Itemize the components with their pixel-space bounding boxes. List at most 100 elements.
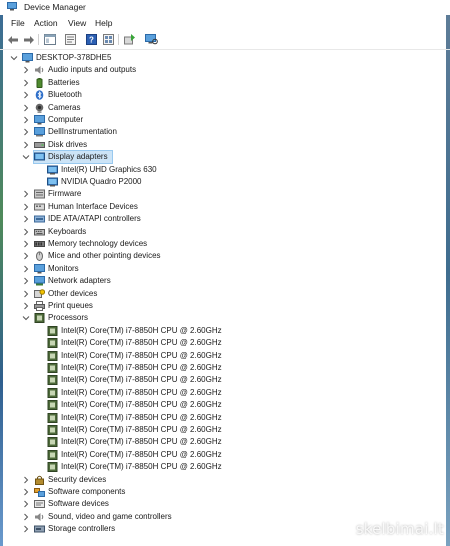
software-component-icon	[34, 487, 45, 497]
tree-item-label: Display adapters	[48, 152, 108, 162]
disk-drive-icon	[34, 140, 45, 150]
gpu-icon	[47, 177, 58, 187]
tree-item-label: Processors	[48, 313, 89, 323]
tree-item-label: Computer	[48, 115, 84, 124]
processor-icon	[47, 449, 58, 460]
hid-icon	[34, 202, 45, 212]
chevron-right-icon[interactable]	[22, 116, 30, 124]
tree-item-label: Cameras	[48, 102, 81, 112]
instrumentation-icon	[34, 127, 45, 137]
menu-help[interactable]: Help	[95, 18, 112, 28]
monitor-icon	[34, 263, 45, 274]
tree-item-label: Intel(R) Core(TM) i7-8850H CPU @ 2.60GHz	[61, 338, 222, 348]
forward-icon[interactable]	[22, 33, 35, 46]
security-device-icon	[34, 475, 45, 485]
tree-item-label: Intel(R) Core(TM) i7-8850H CPU @ 2.60GHz	[61, 387, 222, 397]
menu-view[interactable]: View	[68, 18, 86, 28]
chevron-right-icon[interactable]	[22, 500, 30, 508]
tree-item-label: Keyboards	[48, 226, 87, 236]
chevron-right-icon[interactable]	[22, 513, 30, 521]
firmware-icon	[34, 189, 45, 199]
chevron-right-icon[interactable]	[22, 215, 30, 223]
tree-item-label: Batteries	[48, 77, 80, 87]
chevron-right-icon[interactable]	[22, 203, 30, 211]
scan-hardware-icon[interactable]	[145, 33, 158, 46]
gpu-icon	[47, 165, 58, 175]
back-icon[interactable]	[6, 33, 19, 46]
camera-icon	[34, 103, 45, 113]
chevron-right-icon[interactable]	[22, 104, 30, 112]
toolbar-separator	[38, 34, 39, 45]
chevron-down-icon[interactable]	[22, 153, 30, 161]
tree-item-label: Software components	[48, 487, 126, 496]
chevron-right-icon[interactable]	[22, 240, 30, 248]
display-adapter-icon	[34, 152, 45, 162]
processor-icon	[47, 425, 58, 435]
show-hide-tree-icon[interactable]	[43, 33, 56, 46]
mouse-icon	[34, 251, 45, 262]
tree-item-label: Monitors	[48, 263, 79, 273]
chevron-right-icon[interactable]	[22, 66, 30, 74]
sound-controller-icon	[34, 512, 45, 522]
speaker-icon	[34, 65, 45, 75]
processor-icon	[47, 363, 58, 373]
tree-item-label: Audio inputs and outputs	[48, 65, 137, 75]
chevron-down-icon[interactable]	[22, 314, 30, 322]
tree-item-label: Memory technology devices	[48, 239, 148, 248]
chevron-right-icon[interactable]	[22, 91, 30, 99]
chevron-right-icon[interactable]	[22, 302, 30, 310]
chevron-right-icon[interactable]	[22, 190, 30, 198]
tree-item-label: Intel(R) Core(TM) i7-8850H CPU @ 2.60GHz	[61, 325, 222, 335]
computer-root-icon	[22, 53, 33, 63]
storage-controller-icon	[34, 524, 45, 534]
update-driver-icon[interactable]	[123, 33, 136, 46]
chevron-right-icon[interactable]	[22, 488, 30, 496]
tree-item-label: Intel(R) Core(TM) i7-8850H CPU @ 2.60GHz	[61, 363, 222, 372]
chevron-right-icon[interactable]	[22, 265, 30, 273]
chevron-down-icon[interactable]	[10, 54, 18, 62]
tree-item-label: Intel(R) Core(TM) i7-8850H CPU @ 2.60GHz	[61, 425, 222, 434]
chevron-right-icon[interactable]	[22, 141, 30, 149]
processor-category-icon	[34, 313, 45, 324]
chevron-right-icon[interactable]	[22, 277, 30, 285]
window-title: Device Manager	[24, 2, 86, 12]
tree-item-label: NVIDIA Quadro P2000	[61, 177, 142, 186]
tree-item-label: DESKTOP-378DHE5	[36, 53, 112, 62]
tree-item-label: DellInstrumentation	[48, 127, 117, 137]
toolbar: ?	[0, 31, 450, 50]
network-adapter-icon	[34, 276, 45, 286]
processor-icon	[47, 400, 58, 411]
chevron-right-icon[interactable]	[22, 290, 30, 298]
tree-item-label: IDE ATA/ATAPI controllers	[48, 214, 141, 224]
toolbar-separator	[118, 34, 119, 45]
ide-controller-icon	[34, 214, 45, 224]
title-bar: Device Manager	[0, 0, 450, 15]
view-icon[interactable]	[102, 33, 115, 46]
chevron-right-icon[interactable]	[22, 252, 30, 260]
computer-icon	[34, 115, 45, 125]
tree-item-label: Security devices	[48, 474, 107, 484]
tree-item-label: Intel(R) Core(TM) i7-8850H CPU @ 2.60GHz	[61, 462, 222, 472]
tree-item-label: Intel(R) Core(TM) i7-8850H CPU @ 2.60GHz	[61, 350, 222, 360]
tree-item-label: Intel(R) UHD Graphics 630	[61, 164, 157, 174]
menu-file[interactable]: File	[11, 18, 25, 28]
chevron-right-icon[interactable]	[22, 128, 30, 136]
keyboard-icon	[34, 227, 45, 237]
chevron-right-icon[interactable]	[22, 525, 30, 533]
processor-icon	[47, 462, 58, 473]
chevron-right-icon[interactable]	[22, 476, 30, 484]
battery-icon	[34, 77, 45, 88]
tree-item-label: Intel(R) Core(TM) i7-8850H CPU @ 2.60GHz	[61, 400, 222, 410]
chevron-right-icon[interactable]	[22, 228, 30, 236]
tree-item-label: Human Interface Devices	[48, 201, 138, 211]
properties-icon[interactable]	[64, 33, 77, 46]
menu-bar: File Action View Help	[0, 15, 450, 30]
printer-icon	[34, 301, 45, 311]
chevron-right-icon[interactable]	[22, 79, 30, 87]
processor-icon	[47, 387, 58, 398]
processor-icon	[47, 437, 58, 448]
device-manager-icon	[7, 2, 17, 11]
menu-action[interactable]: Action	[34, 18, 58, 28]
help-icon[interactable]: ?	[85, 33, 98, 46]
tree-item-label: Intel(R) Core(TM) i7-8850H CPU @ 2.60GHz	[61, 437, 222, 447]
